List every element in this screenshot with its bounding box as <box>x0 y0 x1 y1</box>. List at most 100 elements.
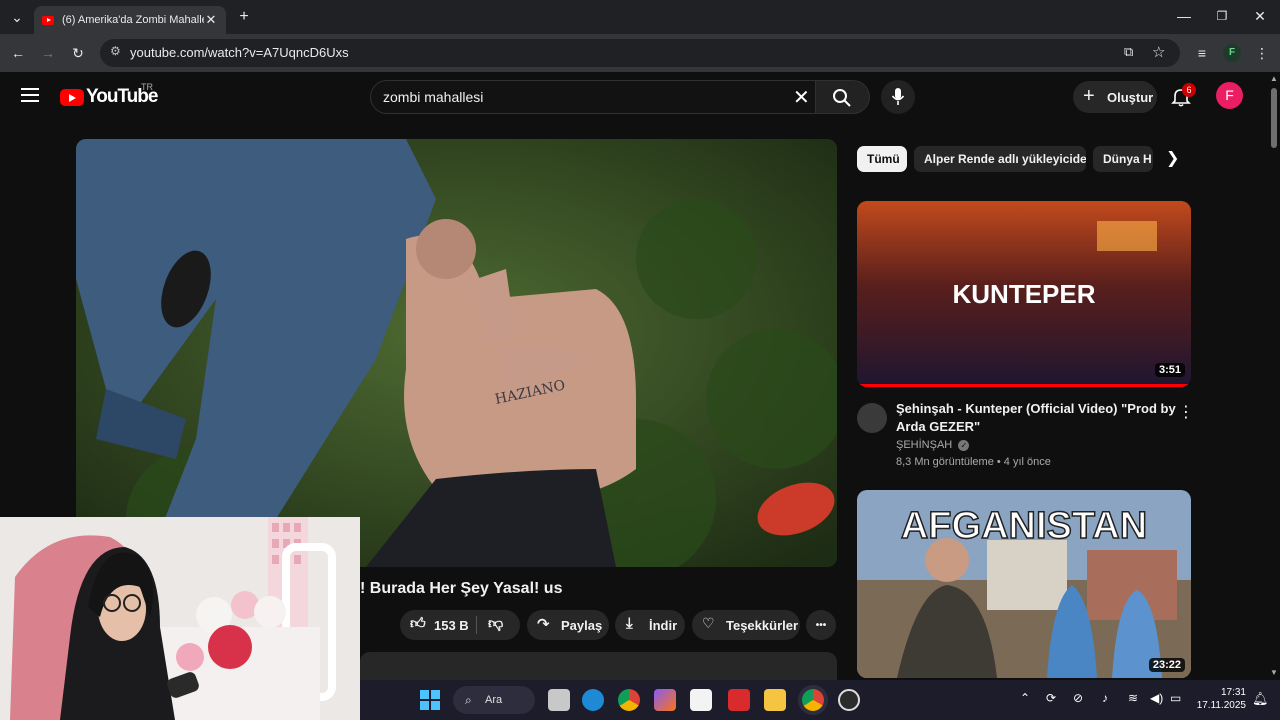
window-close-button[interactable]: ✕ <box>1248 6 1272 26</box>
download-label: İndir <box>649 617 678 633</box>
duration-badge: 3:51 <box>1154 363 1185 377</box>
watch-progress-bar <box>857 384 1191 387</box>
page-scrollbar[interactable]: ▲ ▼ <box>1268 72 1280 680</box>
taskbar-search[interactable]: ⌕ Ara <box>453 686 535 714</box>
minimize-button[interactable]: — <box>1172 6 1196 26</box>
reading-list-icon[interactable]: ≡ <box>1190 43 1214 63</box>
task-view-icon[interactable] <box>548 689 570 711</box>
thumbnail-text-2: AFGANISTAN <box>901 505 1147 547</box>
file-explorer-icon[interactable] <box>764 689 786 711</box>
browser-tab-active[interactable]: (6) Amerika'da Zombi Mahallesi ✕ <box>34 6 226 34</box>
share-label: Paylaş <box>561 617 603 633</box>
site-info-icon[interactable]: ⚙ <box>110 44 121 58</box>
search-button[interactable] <box>816 80 870 114</box>
youtube-favicon-icon <box>42 15 54 25</box>
thumbnail-image-2: AFGANISTAN <box>857 490 1191 678</box>
video-player[interactable]: HAZIANO <box>76 139 837 567</box>
create-button[interactable]: + Oluştur <box>1073 81 1157 113</box>
share-button[interactable]: ↷ Paylaş <box>527 610 609 640</box>
obs-studio-icon[interactable] <box>838 689 860 711</box>
profile-avatar[interactable]: F <box>1223 44 1241 62</box>
taskbar-clock[interactable]: 17:31 17.11.2025 <box>1197 686 1246 712</box>
recommendation-thumbnail[interactable]: KUNTEPER 3:51 <box>857 201 1191 387</box>
country-code: TR <box>141 82 153 92</box>
video-frame: HAZIANO <box>76 139 837 567</box>
thanks-label: Teşekkürler <box>726 617 799 633</box>
clear-search-icon[interactable]: ✕ <box>793 85 810 110</box>
verified-check-icon: ✓ <box>958 440 970 451</box>
more-actions-button[interactable]: ••• <box>806 610 836 640</box>
channel-name[interactable]: ŞEHİNŞAH ✓ <box>896 439 970 451</box>
webcam-image <box>0 517 360 720</box>
battery-icon[interactable]: ▭ <box>1170 691 1181 705</box>
thumbs-up-icon[interactable]: 👍︎ <box>410 615 426 633</box>
clock-date: 17.11.2025 <box>1196 700 1246 711</box>
channel-name-text: ŞEHİNŞAH <box>896 439 953 451</box>
hamburger-menu-icon[interactable] <box>21 88 39 102</box>
new-tab-button[interactable]: + <box>232 7 256 27</box>
thumbnail-image: KUNTEPER <box>857 201 1191 387</box>
search-query: zombi mahallesi <box>383 89 484 105</box>
taskbar-search-icon: ⌕ <box>465 693 472 707</box>
chrome-profile-icon[interactable] <box>802 689 824 711</box>
scroll-down-arrow-icon[interactable]: ▼ <box>1270 668 1278 677</box>
chip-world[interactable]: Dünya H <box>1093 146 1153 172</box>
create-label: Oluştur <box>1107 89 1154 105</box>
hidden-eye-icon[interactable]: ⊘ <box>1073 691 1083 705</box>
maximize-button[interactable]: ❐ <box>1210 6 1234 26</box>
chrome-menu-icon[interactable]: ⋮ <box>1250 43 1274 63</box>
search-input[interactable]: zombi mahallesi ✕ <box>370 80 816 114</box>
browser-tabstrip: ⌄ (6) Amerika'da Zombi Mahallesi ✕ + — ❐… <box>0 0 1280 34</box>
windows-taskbar: ⌕ Ara ⌃ ⟳ ⊘ ♪ ≋ ◀) ▭ 17:31 17.11.2025 🔔︎ <box>360 680 1280 720</box>
download-icon: ⤓ <box>626 615 633 632</box>
wps-office-icon[interactable] <box>728 689 750 711</box>
install-app-icon[interactable]: ⧉ <box>1124 44 1133 60</box>
notification-center-icon[interactable]: 🔔︎ <box>1252 691 1269 707</box>
volume-icon[interactable]: ◀) <box>1150 691 1163 705</box>
tray-chevron-icon[interactable]: ⌃ <box>1020 691 1030 705</box>
microphone-tray-icon[interactable]: ♪ <box>1102 691 1108 705</box>
channel-avatar[interactable] <box>857 403 887 433</box>
kebab-menu-icon[interactable]: ⋮ <box>1178 402 1194 422</box>
bookmark-star-icon[interactable]: ☆ <box>1152 43 1165 61</box>
thumbs-down-icon[interactable]: 👎︎ <box>488 615 503 633</box>
scroll-up-arrow-icon[interactable]: ▲ <box>1270 74 1278 83</box>
description-box[interactable] <box>360 652 837 680</box>
recommendation-title[interactable]: Şehinşah - Kunteper (Official Video) "Pr… <box>896 400 1176 436</box>
tab-search-icon[interactable]: ⌄ <box>5 7 29 27</box>
microphone-icon <box>891 88 905 105</box>
thanks-button[interactable]: ♡ Teşekkürler <box>692 610 800 640</box>
store-icon[interactable] <box>690 689 712 711</box>
divider <box>476 616 477 634</box>
download-button[interactable]: ⤓ İndir <box>615 610 685 640</box>
user-avatar[interactable]: F <box>1216 82 1243 109</box>
windows-start-icon[interactable] <box>420 690 440 710</box>
heart-dollar-icon: ♡ <box>702 615 715 631</box>
scrollbar-thumb[interactable] <box>1271 88 1277 148</box>
video-title: ! Burada Her Şey Yasal! us <box>360 580 563 597</box>
chip-all[interactable]: Tümü <box>857 146 907 172</box>
reload-icon[interactable]: ↻ <box>66 43 90 63</box>
tab-close-icon[interactable]: ✕ <box>204 12 218 28</box>
recommendation-meta: 8,3 Mn görüntüleme • 4 yıl önce <box>896 456 1051 468</box>
browser-toolbar: ← → ↻ ⚙ youtube.com/watch?v=A7UqncD6Uxs … <box>0 34 1280 72</box>
wifi-icon[interactable]: ≋ <box>1128 691 1138 705</box>
voice-search-button[interactable] <box>881 80 915 114</box>
forward-arrow-icon[interactable]: → <box>36 43 60 63</box>
plus-icon: + <box>1083 85 1095 107</box>
tab-title: (6) Amerika'da Zombi Mahallesi <box>62 14 204 26</box>
address-bar[interactable]: ⚙ youtube.com/watch?v=A7UqncD6Uxs ⧉ ☆ <box>100 39 1180 67</box>
chip-uploader[interactable]: Alper Rende adlı yükleyiciden <box>914 146 1086 172</box>
edge-browser-icon[interactable] <box>582 689 604 711</box>
clock-time: 17:31 <box>1220 687 1246 698</box>
like-count[interactable]: 153 B <box>434 618 469 633</box>
chrome-icon[interactable] <box>618 689 640 711</box>
sync-icon[interactable]: ⟳ <box>1046 691 1056 705</box>
back-arrow-icon[interactable]: ← <box>6 43 30 63</box>
share-arrow-icon: ↷ <box>537 616 550 633</box>
webcam-overlay <box>0 517 360 720</box>
copilot-icon[interactable] <box>654 689 676 711</box>
recommendation-thumbnail-2[interactable]: AFGANISTAN 23:22 <box>857 490 1191 678</box>
youtube-logo-icon[interactable] <box>60 89 84 106</box>
chevron-right-icon[interactable]: ❯ <box>1166 148 1179 168</box>
